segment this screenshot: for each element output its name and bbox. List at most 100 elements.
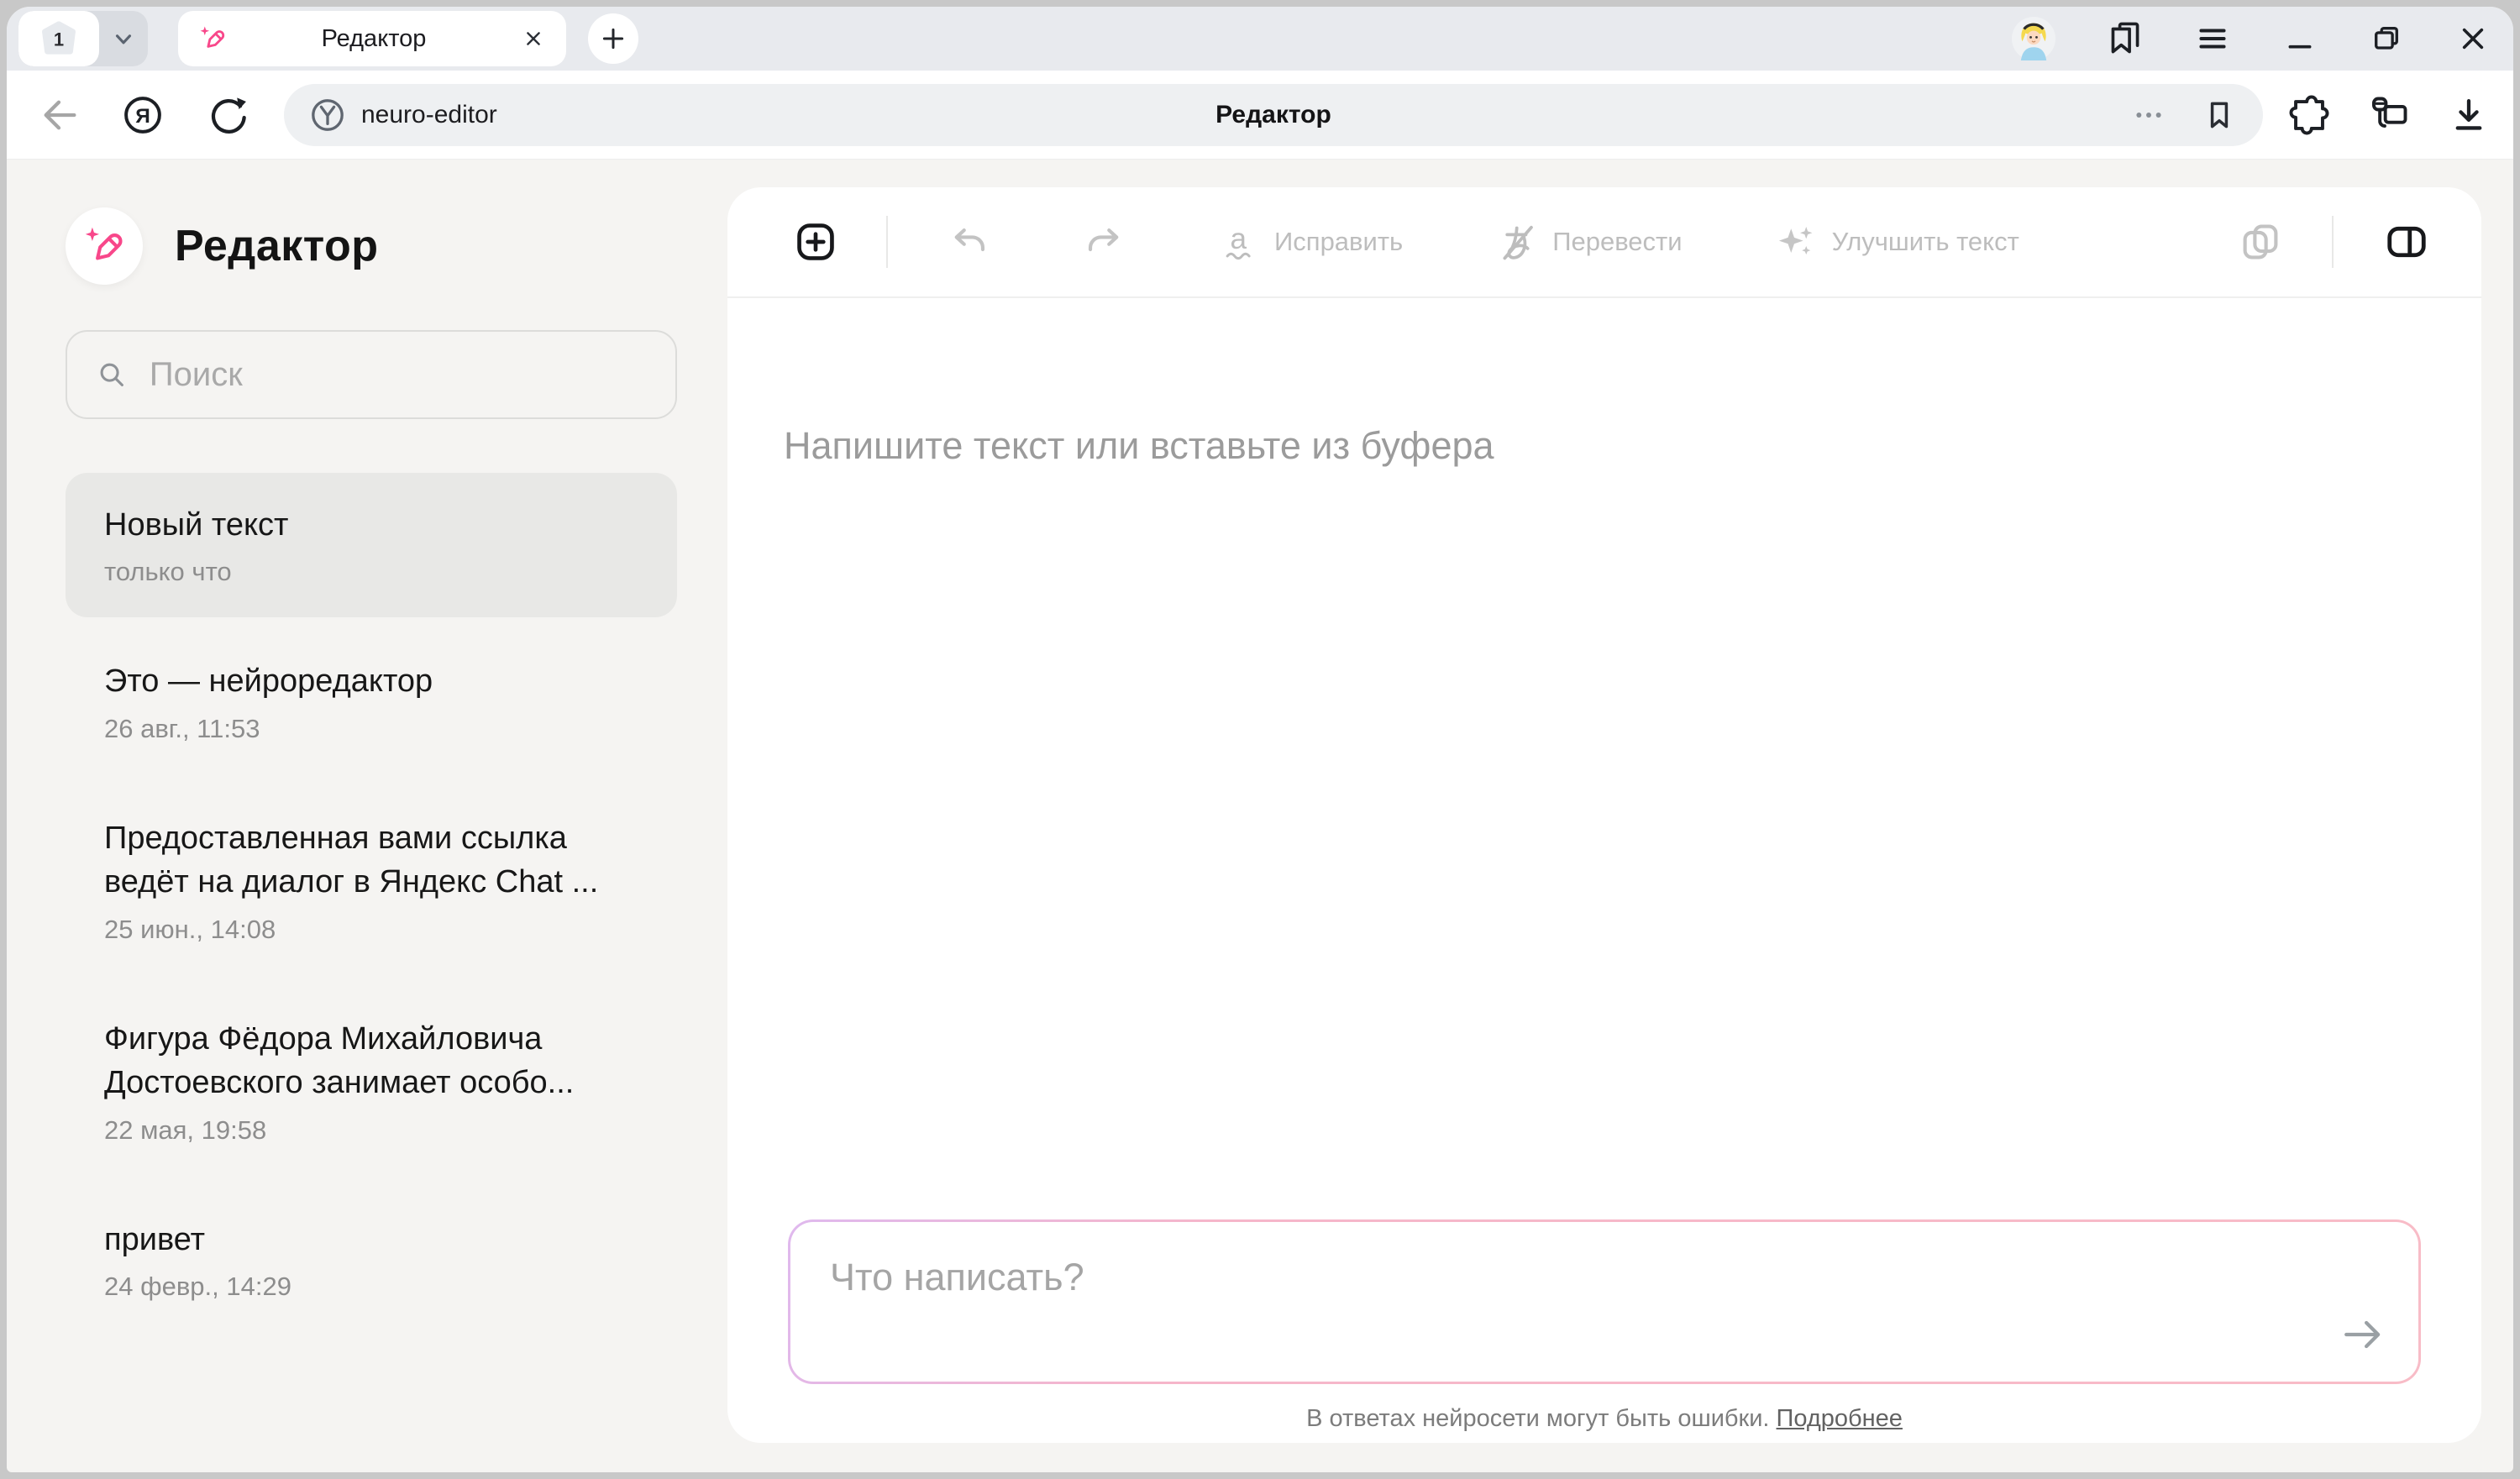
translate-label: Перевести — [1552, 227, 1682, 257]
copy-button[interactable] — [2239, 221, 2281, 263]
hamburger-menu-icon — [2193, 19, 2232, 58]
bookmarks-panel-button[interactable] — [2105, 19, 2144, 58]
tab-counter-button[interactable]: 1 — [18, 11, 99, 66]
split-panel-icon — [2384, 219, 2429, 265]
double-bookmark-icon — [2105, 19, 2144, 58]
improve-text-label: Улучшить текст — [1832, 227, 2019, 257]
app-logo — [66, 207, 143, 285]
downloads-button[interactable] — [2448, 94, 2490, 136]
search-icon — [96, 357, 128, 392]
tabs-dropdown-button[interactable] — [99, 11, 148, 66]
restore-icon — [2368, 20, 2405, 57]
search-box[interactable] — [66, 330, 677, 419]
tab-title: Редактор — [227, 25, 521, 53]
document-timestamp: 22 мая, 19:58 — [104, 1115, 638, 1146]
document-list: Новый текст только что Это — нейроредакт… — [66, 473, 677, 1332]
svg-text:a: a — [1231, 223, 1247, 255]
address-page-title: Редактор — [284, 101, 2263, 129]
redo-icon — [1083, 221, 1125, 263]
document-title: привет — [104, 1218, 638, 1261]
window-minimize-button[interactable] — [2281, 20, 2318, 57]
profile-avatar[interactable] — [2012, 17, 2055, 60]
document-list-item-1[interactable]: Это — нейроредактор 26 авг., 11:53 — [66, 629, 677, 774]
svg-text:Я: Я — [135, 105, 150, 128]
disclaimer-more-link[interactable]: Подробнее — [1777, 1405, 1903, 1432]
close-icon — [521, 26, 546, 51]
new-document-icon — [792, 218, 839, 265]
undo-button[interactable] — [948, 221, 990, 263]
improve-text-button[interactable]: Улучшить текст — [1777, 223, 2019, 261]
passwords-button[interactable] — [2367, 93, 2411, 137]
puzzle-icon — [2288, 94, 2330, 136]
site-badge-icon — [309, 97, 346, 134]
tab-group-control: 1 — [18, 11, 148, 66]
document-list-item-3[interactable]: Фигура Фёдора Михайловича Достоевского з… — [66, 987, 677, 1176]
prompt-input[interactable] — [790, 1222, 2418, 1382]
chevron-down-icon — [109, 24, 138, 53]
address-url-text: neuro-editor — [361, 101, 497, 129]
document-title: Это — нейроредактор — [104, 659, 638, 703]
address-more-button[interactable] — [2130, 97, 2167, 134]
magic-pencil-icon — [82, 224, 126, 268]
window-restore-button[interactable] — [2368, 20, 2405, 57]
address-bar[interactable]: neuro-editor Редактор — [284, 84, 2263, 146]
app-title: Редактор — [175, 221, 379, 271]
extensions-button[interactable] — [2288, 94, 2330, 136]
ai-disclaimer: В ответах нейросети могут быть ошибки. П… — [727, 1405, 2481, 1433]
copy-icon — [2239, 221, 2281, 263]
add-bookmark-button[interactable] — [2201, 97, 2238, 134]
search-input[interactable] — [150, 356, 647, 394]
redo-button[interactable] — [1083, 221, 1125, 263]
editor-panel: a Исправить Перевести — [727, 187, 2481, 1443]
document-list-item-2[interactable]: Предоставленная вами ссылка ведёт на диа… — [66, 786, 677, 975]
tab-bar: 1 Редактор — [7, 7, 2513, 71]
split-panel-toggle-button[interactable] — [2384, 219, 2429, 265]
new-document-button[interactable] — [792, 218, 839, 265]
arrow-right-icon — [2339, 1311, 2386, 1358]
plus-icon — [599, 24, 627, 53]
disclaimer-text: В ответах нейросети могут быть ошибки. — [1306, 1405, 1769, 1432]
ellipsis-icon — [2130, 97, 2167, 134]
magic-pencil-favicon — [198, 24, 227, 53]
key-card-icon — [2367, 93, 2411, 137]
minimize-icon — [2281, 20, 2318, 57]
document-title: Предоставленная вами ссылка ведёт на диа… — [104, 816, 638, 905]
toolbar-divider — [2332, 216, 2334, 268]
browser-window: 1 Редактор — [0, 0, 2520, 1479]
back-arrow-icon — [37, 93, 81, 137]
reload-button[interactable] — [205, 93, 249, 137]
translate-button[interactable]: Перевести — [1497, 223, 1682, 261]
avatar-image — [2012, 17, 2055, 60]
document-title: Новый текст — [104, 503, 638, 547]
fix-text-label: Исправить — [1274, 227, 1403, 257]
yandex-services-button[interactable]: Я — [121, 93, 165, 137]
document-timestamp: 26 авг., 11:53 — [104, 714, 638, 744]
document-timestamp: 25 июн., 14:08 — [104, 915, 638, 945]
send-prompt-button[interactable] — [2339, 1311, 2386, 1358]
editor-placeholder: Напишите текст или вставьте из буфера — [784, 424, 2423, 468]
close-icon — [2454, 20, 2491, 57]
document-list-item-4[interactable]: привет 24 февр., 14:29 — [66, 1188, 677, 1332]
undo-icon — [948, 221, 990, 263]
document-list-item-0[interactable]: Новый текст только что — [66, 473, 677, 617]
back-button[interactable] — [37, 93, 81, 137]
translate-icon — [1497, 223, 1536, 261]
browser-menu-button[interactable] — [2193, 19, 2232, 58]
document-timestamp: только что — [104, 557, 638, 587]
prompt-box — [788, 1219, 2421, 1384]
tab-counter-badge-icon: 1 — [40, 20, 77, 57]
yandex-logo-icon: Я — [121, 93, 165, 137]
fix-text-button[interactable]: a Исправить — [1219, 223, 1403, 261]
browser-tab-editor[interactable]: Редактор — [178, 11, 566, 66]
window-close-button[interactable] — [2454, 20, 2491, 57]
spellcheck-icon: a — [1219, 223, 1257, 261]
editor-toolbar: a Исправить Перевести — [727, 187, 2481, 298]
new-tab-button[interactable] — [588, 13, 638, 64]
tab-close-button[interactable] — [521, 26, 546, 51]
svg-text:1: 1 — [54, 29, 64, 50]
address-toolbar: Я neuro-editor Редактор — [7, 71, 2513, 160]
reload-icon — [205, 93, 249, 137]
toolbar-divider — [886, 216, 888, 268]
bookmark-icon — [2201, 97, 2238, 134]
download-icon — [2448, 94, 2490, 136]
